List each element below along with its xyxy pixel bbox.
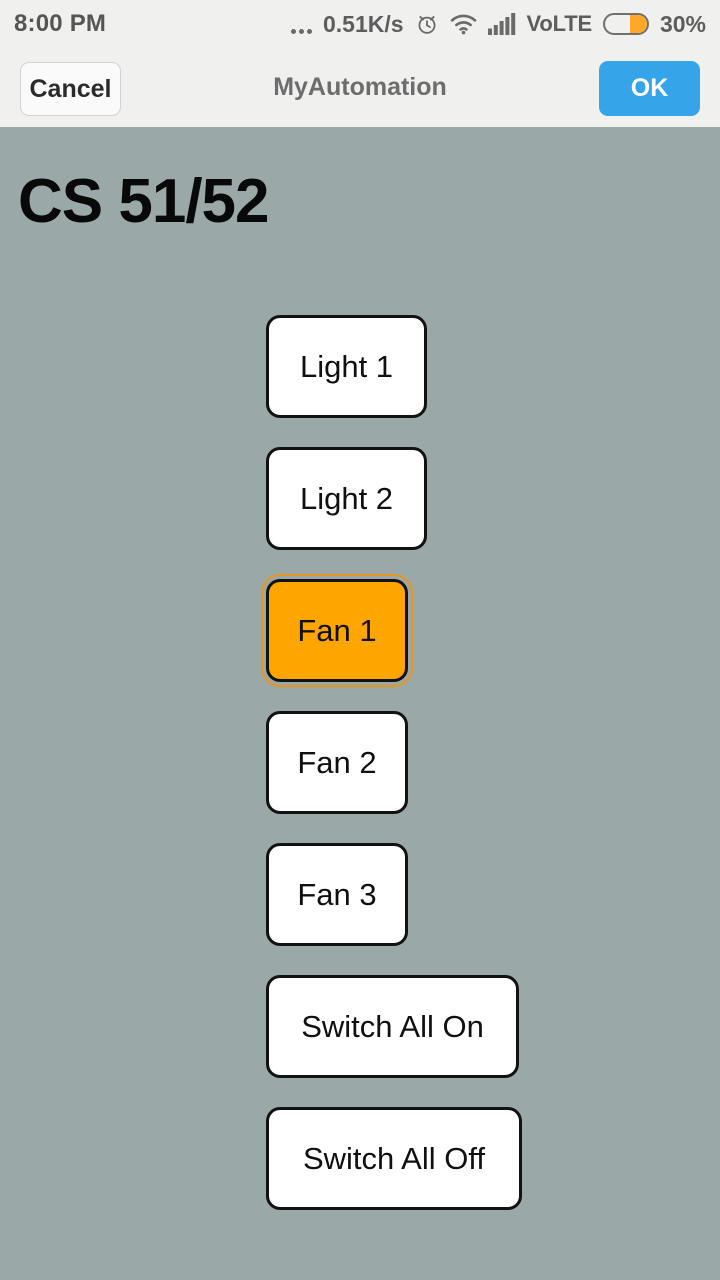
ok-button[interactable]: OK — [599, 61, 700, 116]
network-speed-label: 0.51K/s — [322, 10, 404, 37]
battery-icon — [602, 13, 649, 35]
device-button[interactable]: Fan 1 — [261, 574, 413, 687]
section-heading: CS 51/52 — [18, 167, 270, 236]
nav-bar: Cancel MyAutomation OK — [0, 48, 720, 127]
battery-percent-label: 30% — [659, 10, 706, 37]
device-button[interactable]: Switch All On — [266, 975, 519, 1078]
status-time: 8:00 PM — [14, 10, 107, 37]
battery-fill — [630, 15, 647, 33]
device-button[interactable]: Switch All Off — [266, 1107, 522, 1210]
overflow-dots-icon — [290, 12, 312, 37]
volte-label: VoLTE — [526, 11, 593, 36]
cellular-signal-icon — [487, 13, 516, 35]
status-bar: 8:00 PM 0.51K/s VoLTE 30% — [0, 0, 720, 48]
wifi-icon — [450, 13, 477, 35]
device-button[interactable]: Light 1 — [266, 315, 427, 418]
phone-screen: 8:00 PM 0.51K/s VoLTE 30% Cancel MyAutom… — [0, 0, 720, 1280]
content-area: CS 51/52 Light 1 Light 2 Fan 1 Fan 2 Fan 3 Sw… — [0, 127, 720, 1280]
status-icons-group: 0.51K/s VoLTE 30% — [290, 0, 706, 48]
cancel-button[interactable]: Cancel — [20, 62, 121, 116]
alarm-clock-icon — [415, 12, 439, 36]
device-button[interactable]: Fan 3 — [266, 843, 408, 946]
device-button[interactable]: Fan 2 — [266, 711, 408, 814]
device-button[interactable]: Light 2 — [266, 447, 427, 550]
device-button-list: Light 1 Light 2 Fan 1 Fan 2 Fan 3 Switch All … — [261, 315, 522, 1210]
